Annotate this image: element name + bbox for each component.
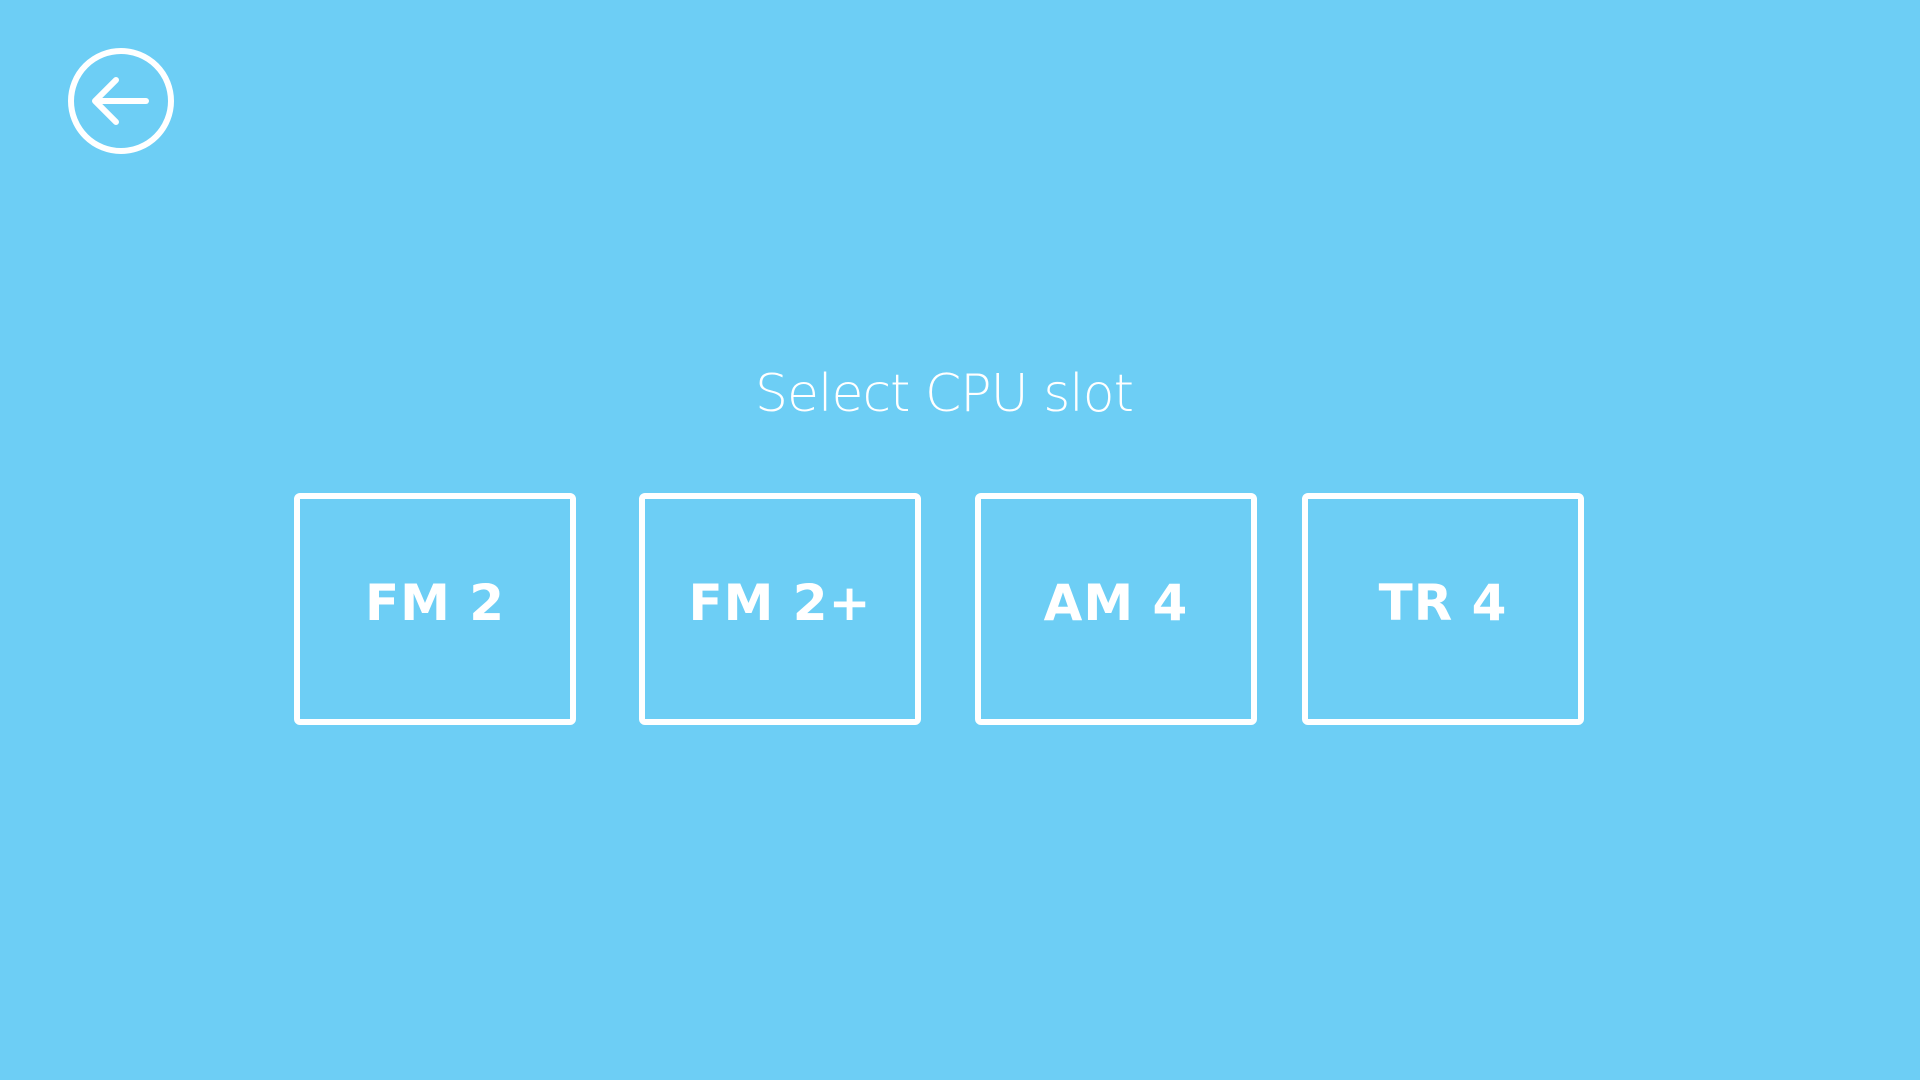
slot-button-fm2-plus[interactable]: FM 2+ [639,493,921,725]
arrow-left-circle-icon [68,48,174,154]
slot-button-fm2[interactable]: FM 2 [294,493,576,725]
page-title: Select CPU slot [755,364,1134,424]
slot-button-am4[interactable]: AM 4 [975,493,1257,725]
slot-label: FM 2 [364,574,506,632]
slot-label: FM 2+ [688,574,872,632]
back-button[interactable] [66,46,176,156]
slot-label: TR 4 [1378,574,1508,632]
slot-button-tr4[interactable]: TR 4 [1302,493,1584,725]
slot-label: AM 4 [1043,574,1189,632]
